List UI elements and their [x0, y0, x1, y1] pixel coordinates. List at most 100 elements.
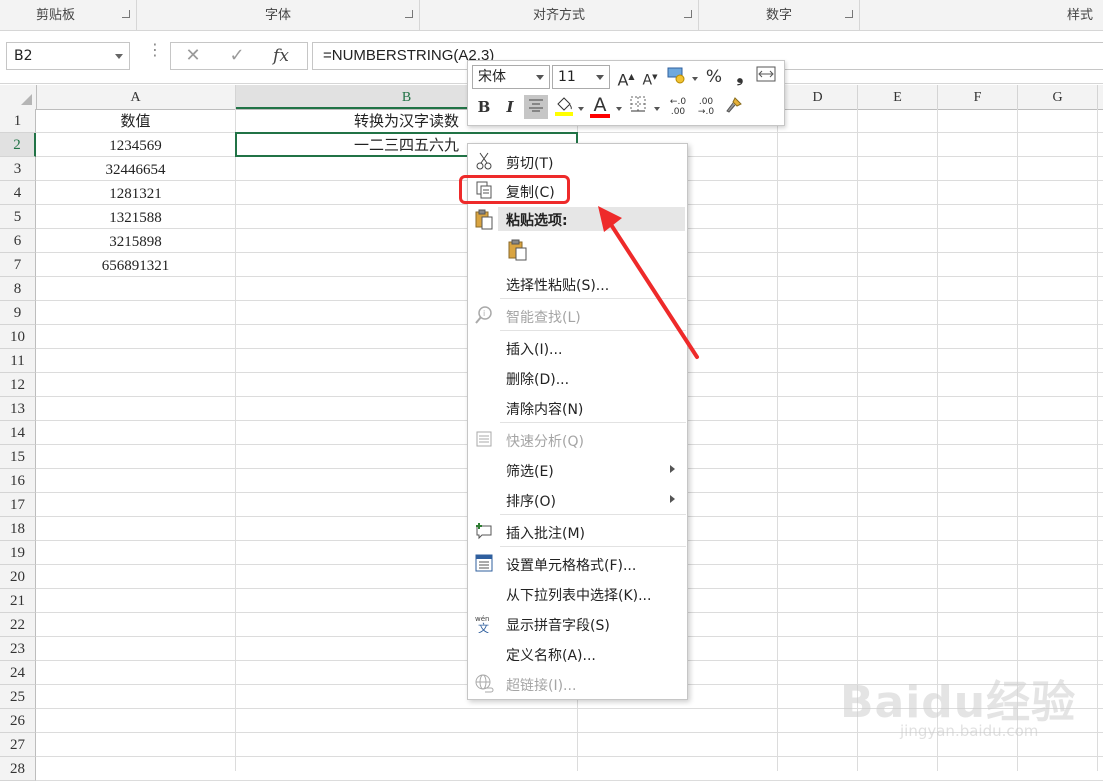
mini-toolbar: 宋体 11 A▲ A▼ % ❟ B I A ←.0 .00 .00 →.0 — [467, 60, 785, 126]
ribbon-group-styles-label: 样式 — [1066, 8, 1093, 23]
menu-item-label: 清除内容(N) — [506, 402, 584, 418]
menu-item-format-cells[interactable]: 设置单元格格式(F)... — [468, 549, 687, 577]
row-header-17[interactable]: 17 — [0, 493, 36, 517]
font-launcher-icon[interactable] — [405, 10, 413, 18]
italic-button[interactable]: I — [498, 95, 522, 119]
formula-bar-resize-handle[interactable]: ⋮ — [147, 42, 163, 65]
gridline-v — [777, 109, 778, 771]
name-box-dropdown-icon[interactable] — [115, 54, 123, 59]
menu-separator — [500, 422, 686, 423]
font-name-select[interactable]: 宋体 — [472, 65, 550, 89]
borders-button[interactable] — [626, 95, 650, 119]
row-header-4[interactable]: 4 — [0, 181, 36, 205]
column-header-g[interactable]: G — [1018, 85, 1098, 109]
cell-a6[interactable]: 3215898 — [36, 229, 235, 253]
alignment-launcher-icon[interactable] — [684, 10, 692, 18]
increase-decimal-button[interactable]: ←.0 .00 — [666, 95, 690, 119]
enter-icon[interactable]: ✓ — [217, 45, 257, 67]
paste-option-button[interactable] — [504, 236, 534, 264]
font-color-button[interactable]: A — [588, 93, 612, 118]
cancel-icon[interactable]: ✕ — [173, 45, 213, 67]
number-launcher-icon[interactable] — [845, 10, 853, 18]
row-header-2[interactable]: 2 — [0, 133, 36, 157]
cell-a5[interactable]: 1321588 — [36, 205, 235, 229]
column-header-e[interactable]: E — [858, 85, 938, 109]
menu-item-pick-from-list[interactable]: 从下拉列表中选择(K)... — [468, 579, 687, 607]
comma-style-button[interactable]: ❟ — [728, 65, 752, 89]
row-header-18[interactable]: 18 — [0, 517, 36, 541]
row-header-13[interactable]: 13 — [0, 397, 36, 421]
fill-color-button[interactable] — [552, 95, 576, 119]
accounting-format-button[interactable] — [664, 65, 688, 89]
row-header-23[interactable]: 23 — [0, 637, 36, 661]
accounting-format-icon — [667, 67, 685, 84]
row-header-3[interactable]: 3 — [0, 157, 36, 181]
cell-a7[interactable]: 656891321 — [36, 253, 235, 277]
menu-item-label: 筛选(E) — [506, 464, 554, 480]
grow-font-button[interactable]: A▲ — [614, 65, 638, 89]
ribbon-group-clipboard: 剪贴板 — [0, 0, 137, 30]
ribbon-group-alignment: 对齐方式 — [420, 0, 699, 30]
column-header-f[interactable]: F — [938, 85, 1018, 109]
row-header-25[interactable]: 25 — [0, 685, 36, 709]
row-header-6[interactable]: 6 — [0, 229, 36, 253]
chevron-down-icon[interactable] — [616, 107, 622, 111]
format-painter-button[interactable] — [722, 95, 746, 119]
row-header-14[interactable]: 14 — [0, 421, 36, 445]
row-header-10[interactable]: 10 — [0, 325, 36, 349]
row-header-7[interactable]: 7 — [0, 253, 36, 277]
decrease-decimal-button[interactable]: .00 →.0 — [694, 95, 718, 119]
merge-center-button[interactable] — [754, 65, 778, 89]
row-header-5[interactable]: 5 — [0, 205, 36, 229]
bold-button[interactable]: B — [472, 95, 496, 119]
name-box[interactable]: B2 — [6, 42, 130, 70]
row-header-26[interactable]: 26 — [0, 709, 36, 733]
svg-text:文: 文 — [478, 621, 489, 633]
menu-item-clear-contents[interactable]: 清除内容(N) — [468, 393, 687, 421]
row-header-1[interactable]: 1 — [0, 109, 36, 133]
menu-item-label: 智能查找(L) — [506, 310, 581, 326]
menu-item-insert-comment[interactable]: 插入批注(M) — [468, 517, 687, 545]
chevron-down-icon[interactable] — [692, 77, 698, 81]
row-header-27[interactable]: 27 — [0, 733, 36, 757]
menu-item-define-name[interactable]: 定义名称(A)... — [468, 639, 687, 667]
percent-style-button[interactable]: % — [702, 65, 726, 89]
shrink-font-button[interactable]: A▼ — [638, 65, 662, 89]
menu-item-show-phonetic[interactable]: wén 文 显示拼音字段(S) — [468, 609, 687, 637]
menu-item-cut[interactable]: 剪切(T) — [468, 147, 687, 175]
row-header-15[interactable]: 15 — [0, 445, 36, 469]
row-header-8[interactable]: 8 — [0, 277, 36, 301]
cell-a3[interactable]: 32446654 — [36, 157, 235, 181]
row-header-9[interactable]: 9 — [0, 301, 36, 325]
chevron-down-icon[interactable] — [654, 107, 660, 111]
menu-item-sort[interactable]: 排序(O) — [468, 485, 687, 513]
cell-a2[interactable]: 1234569 — [36, 133, 235, 157]
row-header-24[interactable]: 24 — [0, 661, 36, 685]
row-header-19[interactable]: 19 — [0, 541, 36, 565]
clipboard-launcher-icon[interactable] — [122, 10, 130, 18]
row-header-21[interactable]: 21 — [0, 589, 36, 613]
center-align-button[interactable] — [524, 95, 548, 119]
submenu-arrow-icon — [670, 495, 675, 503]
row-header-28[interactable]: 28 — [0, 757, 36, 781]
row-header-22[interactable]: 22 — [0, 613, 36, 637]
column-header-a[interactable]: A — [36, 85, 236, 109]
formula-bar-buttons: ✕ ✓ fx — [170, 42, 308, 70]
fill-bucket-icon — [555, 97, 573, 116]
row-header-12[interactable]: 12 — [0, 373, 36, 397]
cell-a4[interactable]: 1281321 — [36, 181, 235, 205]
chevron-down-icon[interactable] — [578, 107, 584, 111]
cell-a1[interactable]: 数值 — [36, 109, 235, 133]
select-all-button[interactable] — [0, 85, 37, 109]
menu-item-filter[interactable]: 筛选(E) — [468, 455, 687, 483]
row-header-20[interactable]: 20 — [0, 565, 36, 589]
gridline-v — [1097, 109, 1098, 771]
font-size-select[interactable]: 11 — [552, 65, 610, 89]
row-header-16[interactable]: 16 — [0, 469, 36, 493]
insert-function-button[interactable]: fx — [261, 45, 301, 67]
ribbon-group-clipboard-label: 剪贴板 — [36, 8, 76, 23]
merge-center-icon — [756, 66, 776, 82]
font-name-value: 宋体 — [478, 69, 506, 85]
column-header-d[interactable]: D — [778, 85, 858, 109]
row-header-11[interactable]: 11 — [0, 349, 36, 373]
